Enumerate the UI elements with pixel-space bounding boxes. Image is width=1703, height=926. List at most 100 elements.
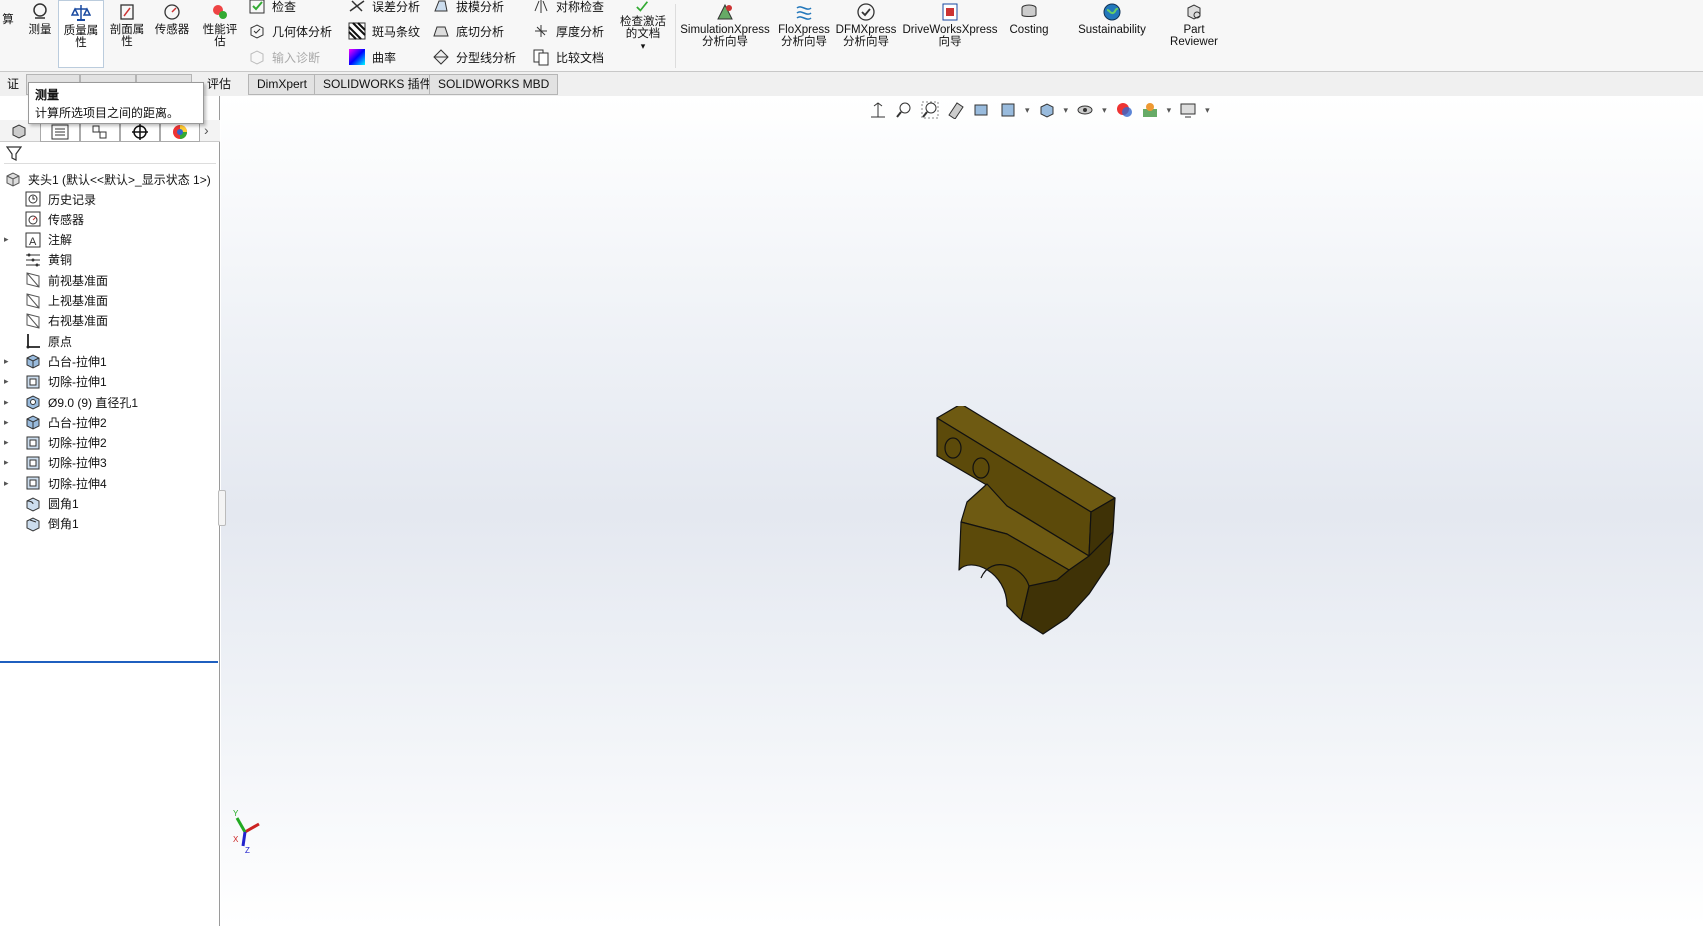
display-style-dropdown-icon[interactable]: ▾ <box>1064 105 1069 116</box>
sensor-icon <box>25 211 41 227</box>
expand-arrow-icon[interactable]: ▸ <box>4 234 16 245</box>
undercut-icon <box>433 26 449 37</box>
tree-filter[interactable] <box>4 144 216 164</box>
performance-eval-button[interactable]: 性能评估 <box>200 2 240 48</box>
expand-arrow-icon[interactable]: ▸ <box>4 478 16 489</box>
tree-item[interactable]: 黄铜 <box>0 249 72 271</box>
view-orientation-dropdown-icon[interactable]: ▾ <box>1025 105 1030 116</box>
driveworksxpress-button[interactable]: DriveWorksXpress 向导 <box>902 2 998 48</box>
tree-item[interactable]: ▸ A 注解 <box>0 229 72 251</box>
chevron-right-icon[interactable]: › <box>204 122 209 138</box>
graphics-area[interactable]: ▾ ▾ ▾ ▾ ▾ Y X Z <box>221 96 1703 926</box>
tree-item[interactable]: 倒角1 <box>0 513 79 535</box>
view-settings-icon[interactable] <box>1179 101 1197 119</box>
tab-solidworks-mbd[interactable]: SOLIDWORKS MBD <box>429 74 559 95</box>
tree-item[interactable]: 历史记录 <box>0 188 96 210</box>
costing-button[interactable]: Costing <box>1006 2 1052 36</box>
apply-scene-dropdown-icon[interactable]: ▾ <box>1167 105 1172 116</box>
tree-item[interactable]: 上视基准面 <box>0 290 108 312</box>
edit-appearance-icon[interactable] <box>1115 101 1133 119</box>
import-diagnostics-button[interactable]: 输入诊断 <box>248 47 320 67</box>
check-active-dropdown-icon[interactable]: ▾ <box>641 40 646 52</box>
zebra-stripes-button[interactable]: 斑马条纹 <box>348 21 420 41</box>
deviation-analysis-button[interactable]: 误差分析 <box>348 0 420 16</box>
thickness-analysis-button[interactable]: 厚度分析 <box>532 21 604 41</box>
sustainability-button[interactable]: Sustainability <box>1072 2 1152 36</box>
check-active-doc-button[interactable]: 检查激活的文档 ▾ <box>618 0 668 52</box>
parting-line-button[interactable]: 分型线分析 <box>432 47 516 67</box>
tree-root-part[interactable]: 夹头1 (默认<<默认>_显示状态 1>) <box>0 168 211 190</box>
zoom-to-area-icon[interactable] <box>895 101 913 119</box>
part-reviewer-button[interactable]: Part Reviewer <box>1168 2 1220 48</box>
tree-item-label: 注解 <box>48 233 73 248</box>
measure-tooltip: 测量 计算所选项目之间的距离。 <box>28 82 204 124</box>
expand-arrow-icon[interactable]: ▸ <box>4 397 16 408</box>
tree-item[interactable]: 右视基准面 <box>0 310 108 332</box>
measure-icon <box>33 3 47 19</box>
dfm-check-icon <box>857 3 875 21</box>
symmetry-check-button[interactable]: 对称检查 <box>532 0 604 16</box>
zoom-to-fit-icon[interactable] <box>869 101 887 119</box>
expand-arrow-icon[interactable]: ▸ <box>4 417 16 428</box>
measure-button[interactable]: 测量 <box>26 2 54 36</box>
featuremanager-tab-icon[interactable] <box>10 122 28 140</box>
hide-show-items-icon[interactable] <box>1076 101 1094 119</box>
tree-item[interactable]: ▸ 切除-拉伸4 <box>0 472 107 494</box>
tree-item-label: 倒角1 <box>48 517 79 532</box>
draft-analysis-button[interactable]: 拔模分析 <box>432 0 504 16</box>
undercut-analysis-button[interactable]: 底切分析 <box>432 21 504 41</box>
hide-show-dropdown-icon[interactable]: ▾ <box>1102 105 1107 116</box>
tree-item[interactable]: ▸ Ø9.0 (9) 直径孔1 <box>0 391 138 413</box>
expand-arrow-icon[interactable]: ▸ <box>4 457 16 468</box>
material-icon <box>26 253 40 267</box>
tree-item[interactable]: 圆角1 <box>0 493 79 515</box>
tree-item[interactable]: 前视基准面 <box>0 269 108 291</box>
section-view-icon[interactable] <box>947 101 965 119</box>
sensor-button[interactable]: 传感器 <box>152 2 192 36</box>
tree-item[interactable]: ▸ 切除-拉伸1 <box>0 371 107 393</box>
compare-documents-button[interactable]: 比较文档 <box>532 47 604 67</box>
filter-icon <box>6 146 22 161</box>
floxpress-button[interactable]: FloXpress 分析向导 <box>776 2 832 48</box>
rollback-bar[interactable] <box>0 661 218 663</box>
previous-view-icon[interactable] <box>921 101 939 119</box>
tree-item[interactable]: 传感器 <box>0 208 84 230</box>
expand-arrow-icon[interactable]: ▸ <box>4 356 16 367</box>
tree-item[interactable]: 原点 <box>0 330 72 352</box>
flow-icon <box>796 6 812 20</box>
panel-splitter-handle[interactable] <box>218 490 226 526</box>
tree-item[interactable]: ▸ 凸台-拉伸2 <box>0 411 107 433</box>
expand-arrow-icon[interactable]: ▸ <box>4 437 16 448</box>
curvature-button[interactable]: 曲率 <box>348 47 396 67</box>
globe-icon <box>1103 3 1121 21</box>
tree-item[interactable]: ▸ 切除-拉伸2 <box>0 432 107 454</box>
tree-item-label: 传感器 <box>48 212 85 227</box>
view-orientation-icon[interactable] <box>999 101 1017 119</box>
tab-solidworks-addins[interactable]: SOLIDWORKS 插件 <box>314 74 441 95</box>
section-properties-button[interactable]: 剖面属性 <box>107 2 147 48</box>
expand-arrow-icon[interactable]: ▸ <box>4 376 16 387</box>
dfmxpress-button[interactable]: DFMXpress 分析向导 <box>836 2 896 48</box>
check-button[interactable]: 检查 <box>248 0 296 16</box>
geometry-icon <box>250 24 264 39</box>
tree-item-label: 切除-拉伸2 <box>48 436 107 451</box>
display-style-icon[interactable] <box>1038 101 1056 119</box>
mass-properties-button[interactable]: 质量属性 <box>58 0 104 68</box>
geometry-analysis-button[interactable]: 几何体分析 <box>248 21 332 41</box>
thickness-icon <box>535 25 547 37</box>
boss-extrude-icon <box>26 415 40 430</box>
view-settings-dropdown-icon[interactable]: ▾ <box>1205 105 1210 116</box>
tree-item[interactable]: ▸ 凸台-拉伸1 <box>0 350 107 372</box>
tab-features-partial[interactable]: 证 <box>0 74 28 95</box>
dynamic-annotation-icon[interactable] <box>973 101 991 119</box>
tab-dimxpert[interactable]: DimXpert <box>248 74 317 95</box>
simulationxpress-button[interactable]: SimulationXpress 分析向导 <box>680 2 770 48</box>
calc-button-partial[interactable]: 算 <box>0 14 16 26</box>
part-model[interactable] <box>911 406 1151 646</box>
tree-item-label: 切除-拉伸4 <box>48 476 107 491</box>
symmetry-icon <box>534 0 548 13</box>
history-icon <box>25 191 41 207</box>
tab-evaluate[interactable]: 评估 <box>198 74 240 95</box>
apply-scene-icon[interactable] <box>1141 101 1159 119</box>
tree-item[interactable]: ▸ 切除-拉伸3 <box>0 452 107 474</box>
